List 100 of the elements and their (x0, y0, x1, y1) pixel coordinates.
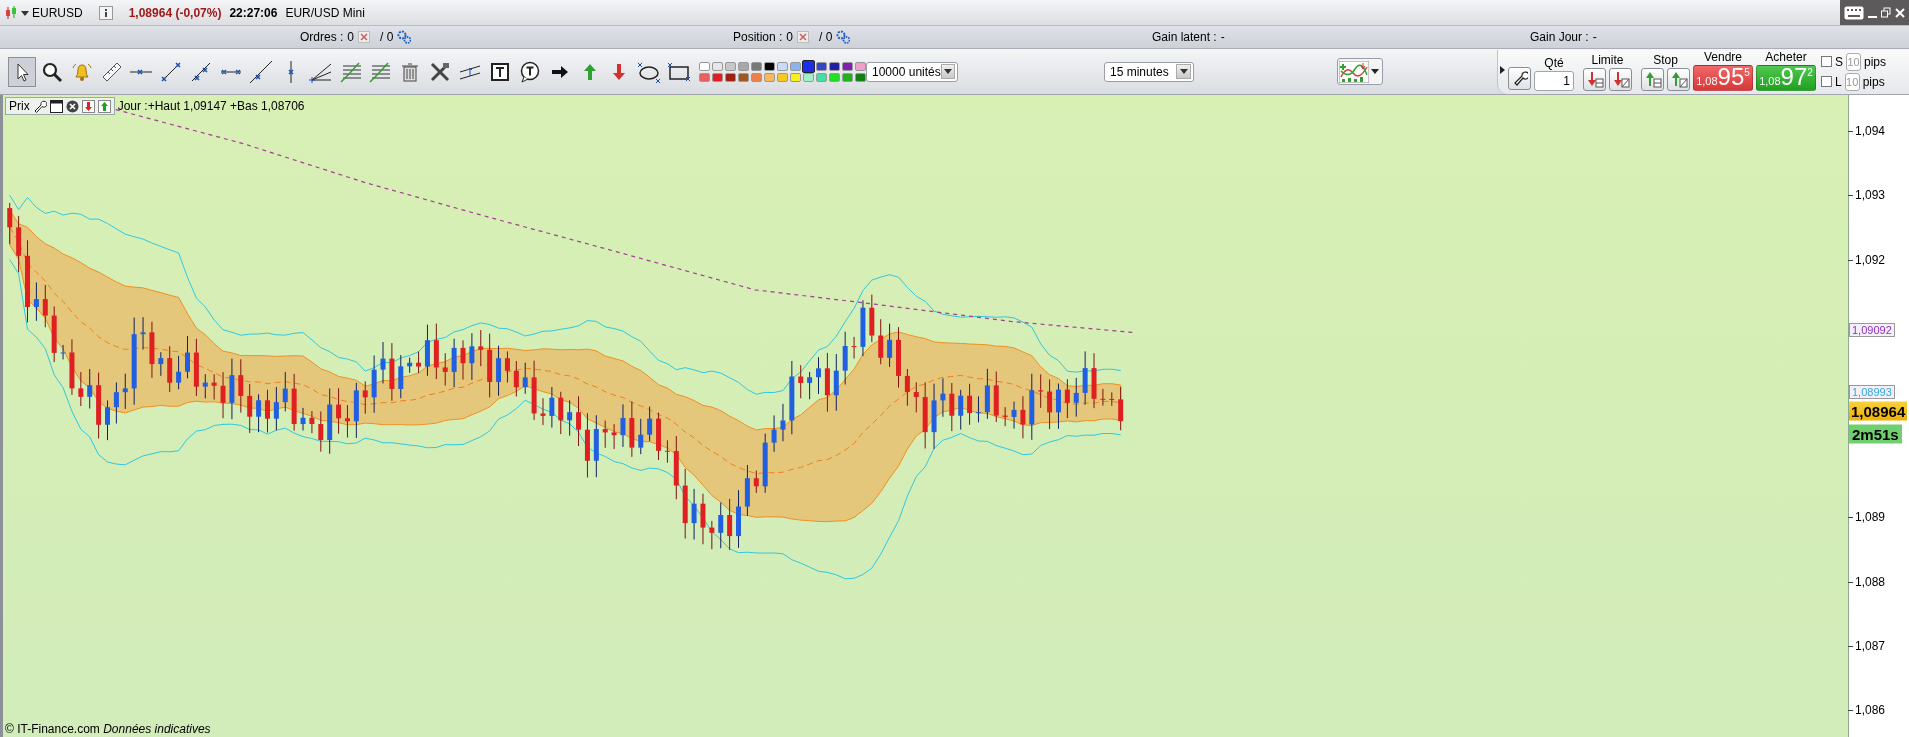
color-swatch[interactable] (751, 72, 763, 82)
unit-label: pips (1862, 74, 1885, 89)
period-dropdown[interactable]: 15 minutes (1104, 61, 1194, 82)
unit-label: pips (1864, 54, 1887, 69)
color-swatch[interactable] (764, 72, 776, 82)
order-type-button[interactable] (1667, 67, 1690, 91)
color-swatch[interactable] (803, 72, 815, 82)
summary-label: Gain latent : (1152, 30, 1217, 44)
price-tag: 1,08993 (1849, 385, 1895, 399)
summary-value: 0 (786, 30, 794, 44)
tick-label: 1,094 (1855, 124, 1886, 138)
quantity-dropdown[interactable]: 10000 unités (866, 61, 958, 82)
color-swatch[interactable] (764, 61, 776, 71)
color-swatch[interactable] (855, 61, 867, 71)
gear-icon (397, 30, 412, 44)
summary-label: Gain Jour : (1530, 30, 1589, 44)
stop-label: Stop (1653, 52, 1678, 67)
horizontal-segment-icon (220, 68, 243, 75)
indicator-chart-icon (1339, 60, 1369, 83)
caret-icon[interactable] (1500, 66, 1505, 74)
price-change: 1,08964 (-0,07%) (128, 5, 222, 20)
horizontal-line-icon (129, 68, 154, 75)
caret-icon (943, 69, 952, 74)
color-swatch[interactable] (725, 61, 737, 71)
countdown-tag: 2m51s (1849, 424, 1902, 444)
close-icon[interactable] (65, 99, 79, 113)
wrench-icon[interactable] (32, 99, 47, 113)
color-swatch[interactable] (816, 72, 828, 82)
copyright-note: © IT-Finance.com Données indicatives (5, 722, 211, 736)
tick-label: 1,092 (1855, 253, 1886, 267)
color-swatch[interactable] (777, 61, 789, 71)
color-swatch[interactable] (829, 72, 841, 82)
arrow-down-icon[interactable] (81, 99, 95, 113)
limit-label: Limite (1591, 52, 1624, 67)
quantity-label: Qté (1544, 55, 1564, 70)
gear-icon (836, 30, 851, 44)
order-type-button[interactable] (1641, 67, 1664, 91)
segment-icon (159, 59, 184, 84)
tick-label: 1,093 (1855, 188, 1886, 202)
order-type-icon (1669, 70, 1688, 88)
order-type-icon (1585, 70, 1604, 88)
color-swatch[interactable] (829, 61, 841, 71)
cancel-icon (797, 31, 810, 43)
color-swatch[interactable] (790, 72, 802, 82)
caret-icon (1371, 69, 1379, 74)
last-price-tag: 1,08964 (1849, 401, 1908, 421)
clock-time: 22:27:06 (229, 5, 278, 20)
color-swatch[interactable] (712, 72, 724, 82)
color-swatch[interactable] (725, 72, 737, 82)
buy-label: Acheter (1765, 49, 1807, 64)
color-swatch[interactable] (790, 61, 802, 71)
tick-label: 1,087 (1855, 639, 1886, 653)
sell-label: Vendre (1703, 49, 1742, 64)
keyboard-icon[interactable] (1844, 5, 1864, 20)
color-swatch[interactable] (699, 72, 711, 82)
quantity-field[interactable]: 1 (1534, 70, 1574, 91)
tick-label: 1,088 (1855, 575, 1886, 589)
info-icon[interactable] (98, 5, 113, 20)
color-swatch[interactable] (712, 61, 724, 71)
color-swatch[interactable] (816, 61, 828, 71)
day-range: Jour :+Haut 1,09147 +Bas 1,08706 (117, 99, 305, 113)
settings-button[interactable] (1508, 66, 1531, 90)
tick-label: 1,086 (1855, 703, 1886, 717)
summary-value: / 0 (819, 30, 833, 44)
order-type-icon (1643, 70, 1662, 88)
order-type-button[interactable] (1583, 67, 1606, 91)
order-type-icon (1611, 70, 1630, 88)
summary-label: Position : (733, 30, 783, 44)
color-swatch[interactable] (699, 61, 711, 71)
summary-value: / 0 (380, 30, 394, 44)
diagonal-line-icon (248, 59, 273, 84)
summary-label: Ordres : (300, 30, 344, 44)
color-swatch[interactable] (777, 72, 789, 82)
color-swatch[interactable] (842, 72, 854, 82)
color-swatch[interactable] (751, 61, 763, 71)
option-label: S (1835, 54, 1843, 69)
panel-label: Prix (9, 99, 30, 113)
indicator-button[interactable] (1337, 58, 1383, 85)
color-swatch[interactable] (842, 61, 854, 71)
candlestick-icon (4, 4, 18, 21)
option-label: L (1835, 74, 1842, 89)
color-swatch[interactable] (802, 59, 816, 73)
instrument-name: EUR/USD Mini (285, 5, 365, 20)
color-swatch[interactable] (855, 72, 867, 82)
caret-icon (1179, 69, 1188, 74)
color-swatch[interactable] (738, 72, 750, 82)
summary-value: - (1592, 30, 1597, 44)
caret-icon[interactable] (21, 8, 29, 17)
order-type-button[interactable] (1609, 67, 1632, 91)
close-icon[interactable] (1895, 6, 1905, 19)
restore-icon[interactable] (1881, 6, 1891, 19)
tool-button[interactable] (8, 56, 36, 87)
color-swatch[interactable] (738, 61, 750, 71)
symbol-name[interactable]: EURUSD (32, 5, 83, 20)
window-icon[interactable] (49, 99, 63, 113)
vertical-line-icon (287, 59, 294, 84)
arrow-up-icon[interactable] (97, 99, 111, 113)
price-tag: 1,09092 (1849, 323, 1895, 337)
cancel-icon (358, 31, 371, 43)
summary-value: 0 (347, 30, 355, 44)
